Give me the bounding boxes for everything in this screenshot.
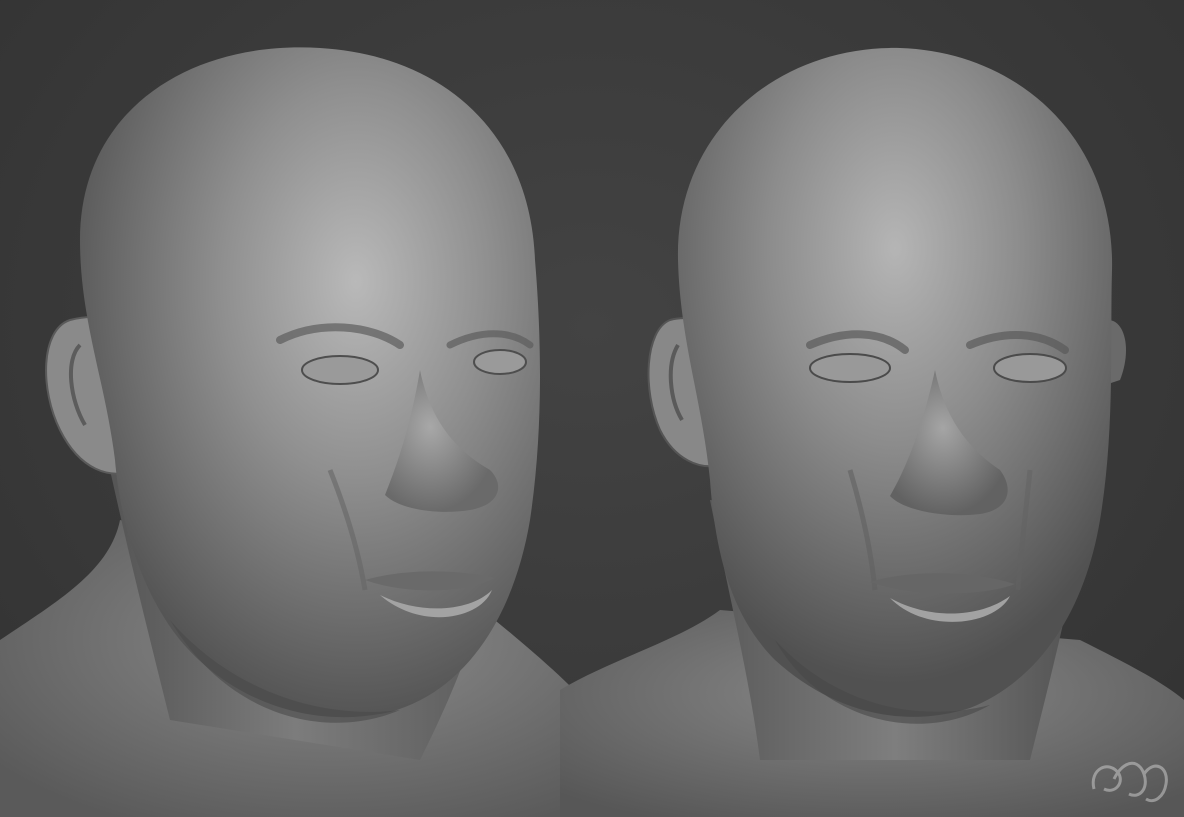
sculpt-render-left xyxy=(0,0,600,817)
sculpt-render-right xyxy=(560,0,1184,817)
viewport-canvas xyxy=(0,0,1184,817)
head-sculpt-left-image xyxy=(0,47,600,817)
head-sculpt-right-image xyxy=(560,47,1184,817)
artist-monogram-logo-icon xyxy=(1091,761,1168,803)
